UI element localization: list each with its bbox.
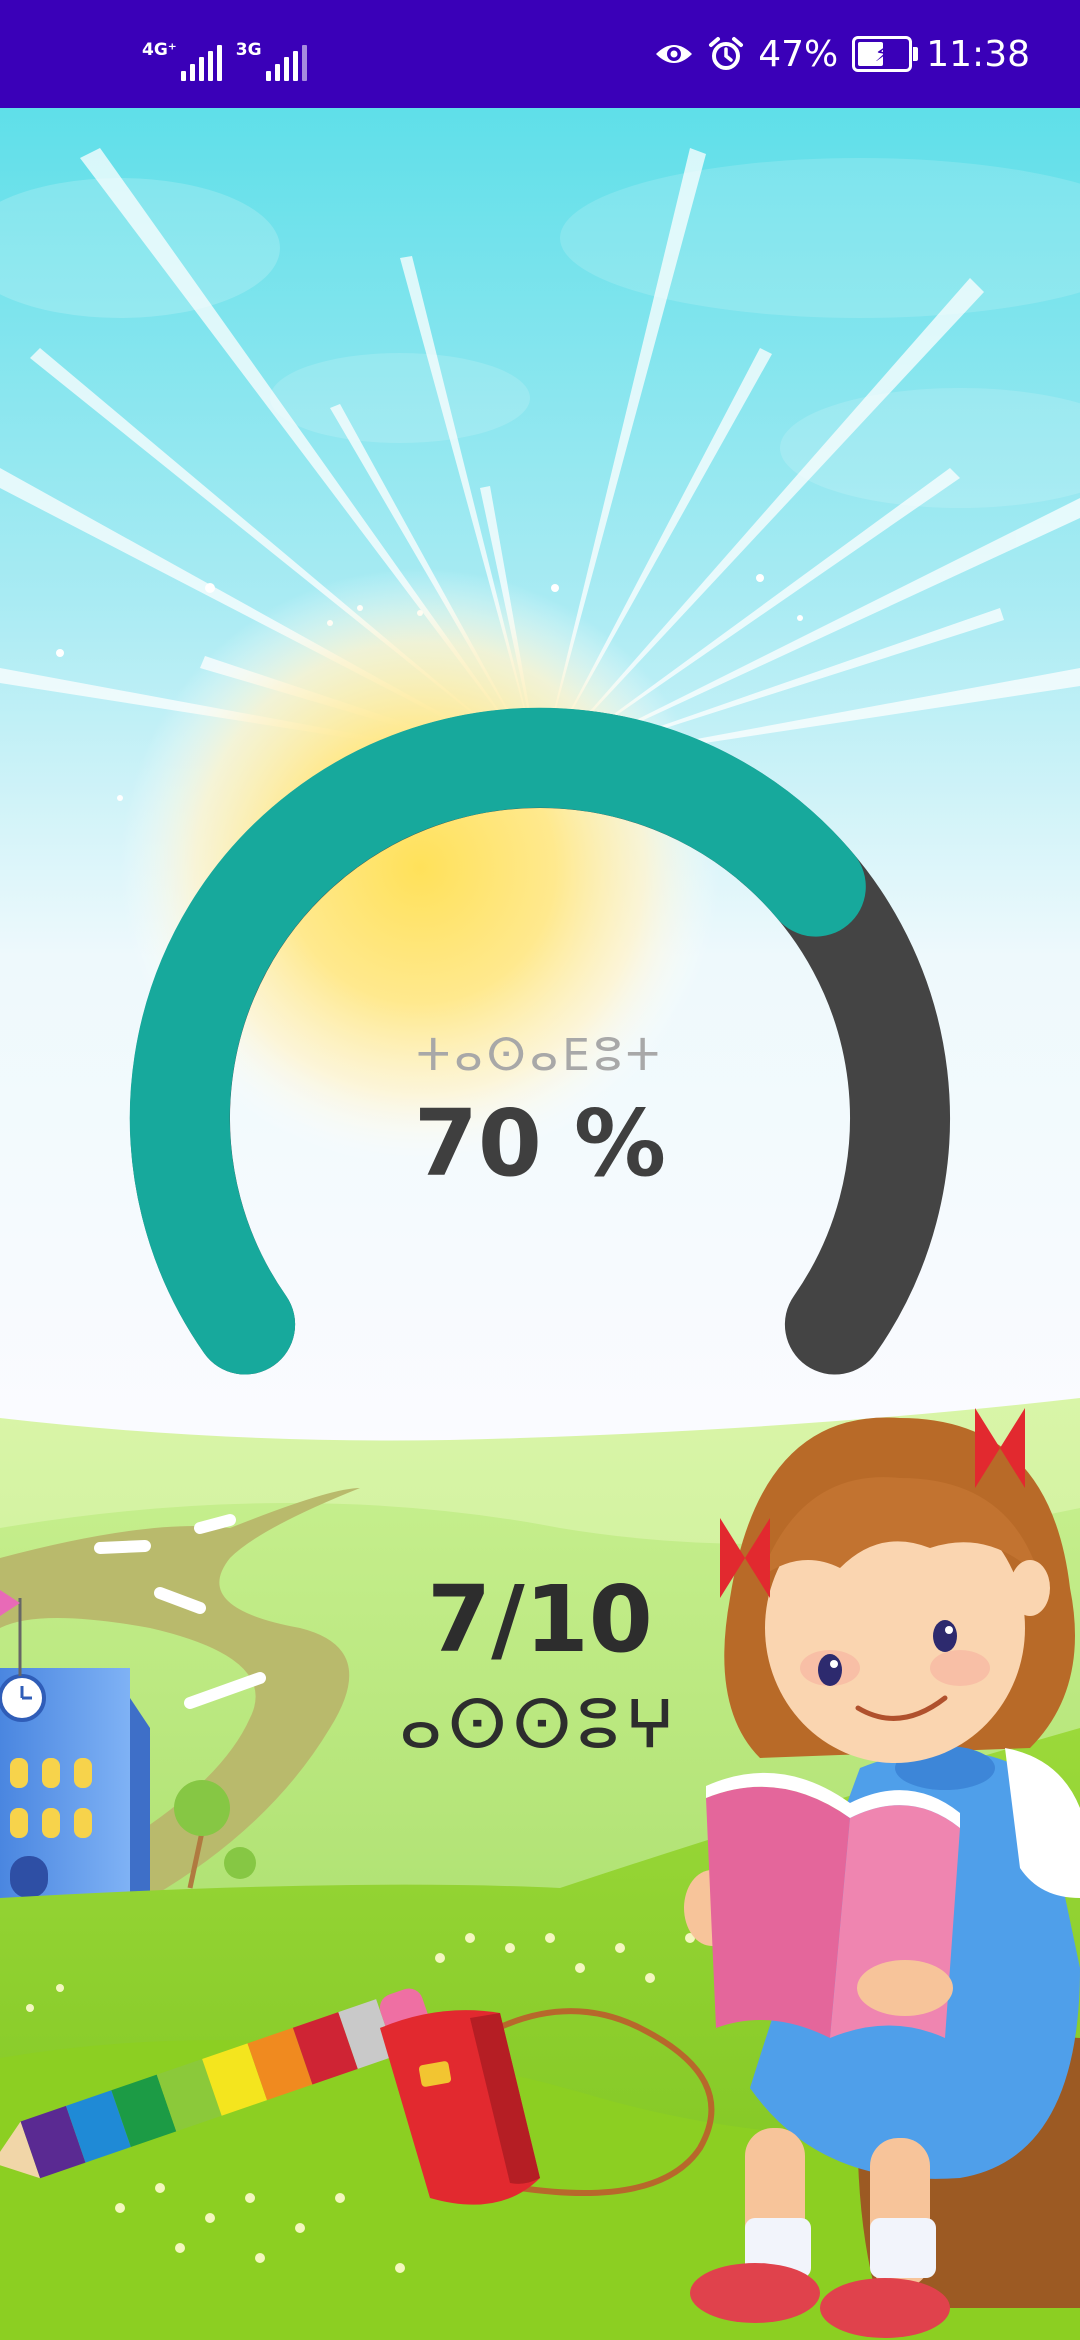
eye-icon: [656, 45, 693, 63]
score-value: 7/10: [427, 1566, 653, 1673]
battery-percent: 47%: [758, 33, 839, 75]
network-type-2: 3G: [235, 40, 262, 60]
clock: 11:38: [926, 33, 1030, 75]
status-bar: 4G⁺ 3G 47% ⚡ 11:38: [0, 0, 1080, 108]
status-indicators: 47% ⚡ 11:38: [654, 28, 1030, 80]
signal-icon: 4G⁺: [142, 42, 222, 81]
progress-label: ⵜⴰⵙⴰⴹⵓⵜ: [416, 1030, 664, 1081]
network-indicators: 4G⁺ 3G: [142, 42, 307, 81]
battery-charging-icon: ⚡: [852, 36, 919, 72]
progress-percent: 70 %: [413, 1090, 667, 1197]
alarm-icon: [709, 37, 744, 70]
signal-icon: 3G: [236, 42, 307, 81]
network-type-1: 4G⁺: [142, 40, 177, 60]
score-label: ⴰⵙⵙⵓⵖ: [399, 1686, 681, 1763]
background-illustration: [0, 108, 1080, 2340]
